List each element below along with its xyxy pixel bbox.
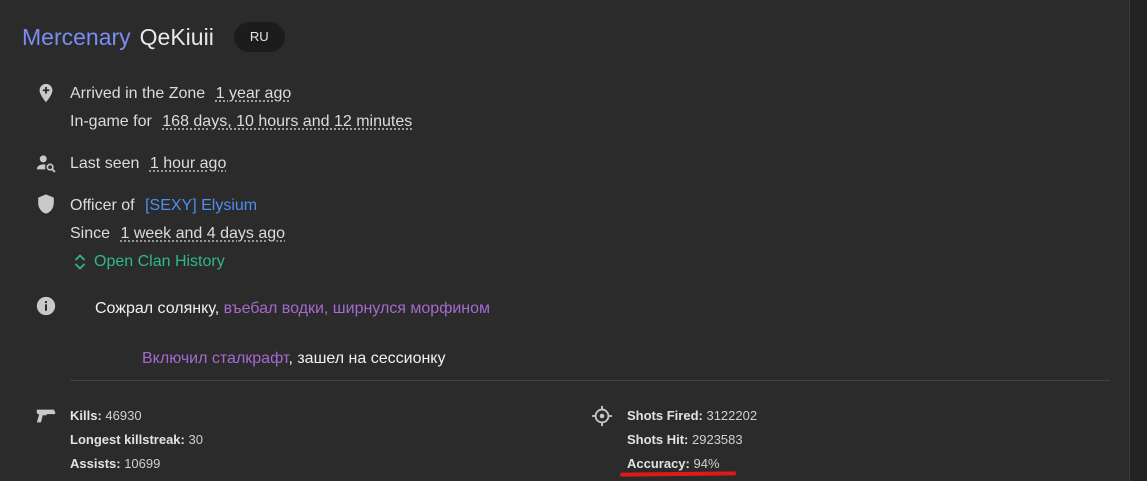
pistol-icon bbox=[35, 405, 57, 427]
killstreak-stat: Longest killstreak: 30 bbox=[70, 432, 203, 447]
player-username: QeKiuii bbox=[139, 23, 214, 50]
clan-role-label: Officer of bbox=[70, 197, 135, 214]
clan-line: Officer of [SEXY] Elysium bbox=[70, 197, 257, 215]
bio-text-1b: въебал водки, bbox=[223, 300, 333, 317]
kills-stat: Kills: 46930 bbox=[70, 408, 142, 423]
shots-fired-stat: Shots Fired: 3122202 bbox=[627, 408, 757, 423]
ingame-line: In-game for 168 days, 10 hours and 12 mi… bbox=[70, 113, 412, 131]
person-search-icon bbox=[35, 152, 57, 174]
accuracy-stat: Accuracy: 94% bbox=[627, 456, 720, 471]
bio-text-1c: ширнулся морфином bbox=[332, 300, 491, 317]
shots-fired-label: Shots Fired: bbox=[627, 408, 703, 423]
player-profile-card: Mercenary QeKiuii RU Arrived in the Zone… bbox=[0, 0, 1130, 481]
clan-name-link[interactable]: [SEXY] Elysium bbox=[145, 197, 257, 214]
bio-line-2: Включил сталкрафт, зашел на сессионку bbox=[142, 350, 445, 368]
accuracy-highlight-underline bbox=[619, 471, 737, 477]
crosshair-icon bbox=[591, 405, 613, 427]
open-clan-history-label: Open Clan History bbox=[94, 253, 225, 270]
assists-label: Assists: bbox=[70, 456, 121, 471]
arrival-value[interactable]: 1 year ago bbox=[216, 85, 292, 102]
clan-since-line: Since 1 week and 4 days ago bbox=[70, 225, 285, 243]
shield-icon bbox=[35, 193, 57, 215]
clan-since-label: Since bbox=[70, 225, 111, 242]
arrival-line: Arrived in the Zone 1 year ago bbox=[70, 85, 291, 103]
bio-text-1a: Сожрал солянку, bbox=[95, 300, 224, 317]
arrival-label: Arrived in the Zone bbox=[70, 85, 206, 102]
player-rank: Mercenary bbox=[22, 23, 131, 50]
killstreak-value: 30 bbox=[188, 432, 203, 447]
assists-stat: Assists: 10699 bbox=[70, 456, 160, 471]
section-divider bbox=[70, 380, 1110, 381]
region-badge: RU bbox=[233, 22, 285, 52]
accuracy-label: Accuracy: bbox=[627, 456, 690, 471]
accuracy-value: 94% bbox=[693, 456, 720, 471]
bio-text-2b: , зашел на сессионку bbox=[288, 350, 446, 367]
bio-line-1: Сожрал солянку, въебал водки, ширнулся м… bbox=[95, 300, 490, 318]
last-seen-line: Last seen 1 hour ago bbox=[70, 155, 226, 173]
bio-text-2a: Включил сталкрафт bbox=[142, 350, 289, 367]
last-seen-label: Last seen bbox=[70, 155, 140, 172]
expand-icon bbox=[75, 254, 85, 270]
profile-header: Mercenary QeKiuii RU bbox=[22, 22, 285, 52]
location-add-icon bbox=[35, 82, 57, 104]
ingame-value[interactable]: 168 days, 10 hours and 12 minutes bbox=[162, 113, 412, 130]
ingame-label: In-game for bbox=[70, 113, 152, 130]
open-clan-history-button[interactable]: Open Clan History bbox=[74, 253, 225, 271]
clan-since-value[interactable]: 1 week and 4 days ago bbox=[120, 225, 285, 242]
killstreak-label: Longest killstreak: bbox=[70, 432, 185, 447]
info-icon bbox=[35, 295, 57, 317]
last-seen-value[interactable]: 1 hour ago bbox=[150, 155, 227, 172]
shots-fired-value: 3122202 bbox=[706, 408, 758, 423]
kills-label: Kills: bbox=[70, 408, 102, 423]
shots-hit-stat: Shots Hit: 2923583 bbox=[627, 432, 743, 447]
shots-hit-label: Shots Hit: bbox=[627, 432, 689, 447]
shots-hit-value: 2923583 bbox=[692, 432, 743, 447]
assists-value: 10699 bbox=[124, 456, 161, 471]
kills-value: 46930 bbox=[105, 408, 142, 423]
